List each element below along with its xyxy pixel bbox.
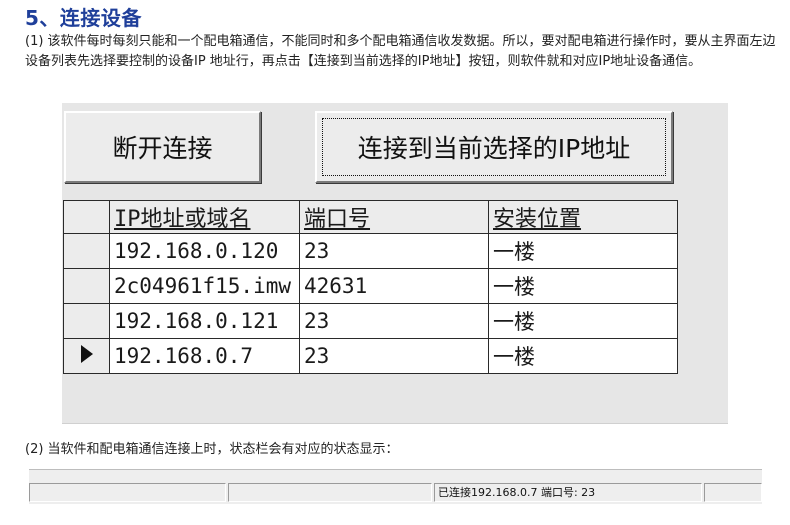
section-heading: 5、连接设备 xyxy=(25,6,142,30)
cell-location[interactable]: 一楼 xyxy=(488,233,678,269)
cell-ip[interactable]: 192.168.0.121 xyxy=(109,303,300,339)
row-selector[interactable] xyxy=(63,233,110,269)
status-segment-2 xyxy=(228,483,432,502)
device-list-grid: IP地址或域名 端口号 安装位置 192.168.0.120 23 一楼 2c0… xyxy=(63,200,678,374)
table-row[interactable]: 2c04961f15.imw 42631 一楼 xyxy=(63,268,678,304)
status-segment-4 xyxy=(704,483,762,502)
cell-ip[interactable]: 192.168.0.7 xyxy=(109,338,300,374)
grid-corner-cell xyxy=(63,200,110,234)
connect-to-selected-ip-button[interactable]: 连接到当前选择的IP地址 xyxy=(315,111,673,183)
table-row-selected[interactable]: 192.168.0.7 23 一楼 xyxy=(63,338,678,374)
cell-location[interactable]: 一楼 xyxy=(488,338,678,374)
column-header-port[interactable]: 端口号 xyxy=(299,200,489,234)
disconnect-button[interactable]: 断开连接 xyxy=(64,111,261,183)
column-header-ip[interactable]: IP地址或域名 xyxy=(109,200,300,234)
disconnect-button-label: 断开连接 xyxy=(112,134,213,163)
table-row[interactable]: 192.168.0.120 23 一楼 xyxy=(63,233,678,269)
cell-port[interactable]: 23 xyxy=(299,303,489,339)
row-selector[interactable] xyxy=(63,268,110,304)
grid-header-row: IP地址或域名 端口号 安装位置 xyxy=(63,200,678,234)
cell-location[interactable]: 一楼 xyxy=(488,303,678,339)
status-bar: 已连接192.168.0.7 端口号: 23 xyxy=(29,469,762,504)
app-screenshot-panel: 断开连接 连接到当前选择的IP地址 IP地址或域名 端口号 安装位置 192.1… xyxy=(62,103,728,424)
cell-ip[interactable]: 2c04961f15.imw xyxy=(109,268,300,304)
cell-ip[interactable]: 192.168.0.120 xyxy=(109,233,300,269)
cell-port[interactable]: 23 xyxy=(299,233,489,269)
row-selector[interactable] xyxy=(63,303,110,339)
cell-location[interactable]: 一楼 xyxy=(488,268,678,304)
connect-button-label: 连接到当前选择的IP地址 xyxy=(357,134,631,163)
status-segment-1 xyxy=(29,483,226,502)
row-selector[interactable] xyxy=(63,338,110,374)
connection-status-text: 已连接192.168.0.7 端口号: 23 xyxy=(434,483,702,502)
status-paragraph: (2) 当软件和配电箱通信连接上时，状态栏会有对应的状态显示： xyxy=(25,442,399,457)
cell-port[interactable]: 23 xyxy=(299,338,489,374)
intro-paragraph: (1) 该软件每时每刻只能和一个配电箱通信，不能同时和多个配电箱通信收发数据。所… xyxy=(25,34,776,69)
table-row[interactable]: 192.168.0.121 23 一楼 xyxy=(63,303,678,339)
column-header-location[interactable]: 安装位置 xyxy=(488,200,678,234)
current-row-arrow-icon xyxy=(80,345,93,363)
cell-port[interactable]: 42631 xyxy=(299,268,489,304)
